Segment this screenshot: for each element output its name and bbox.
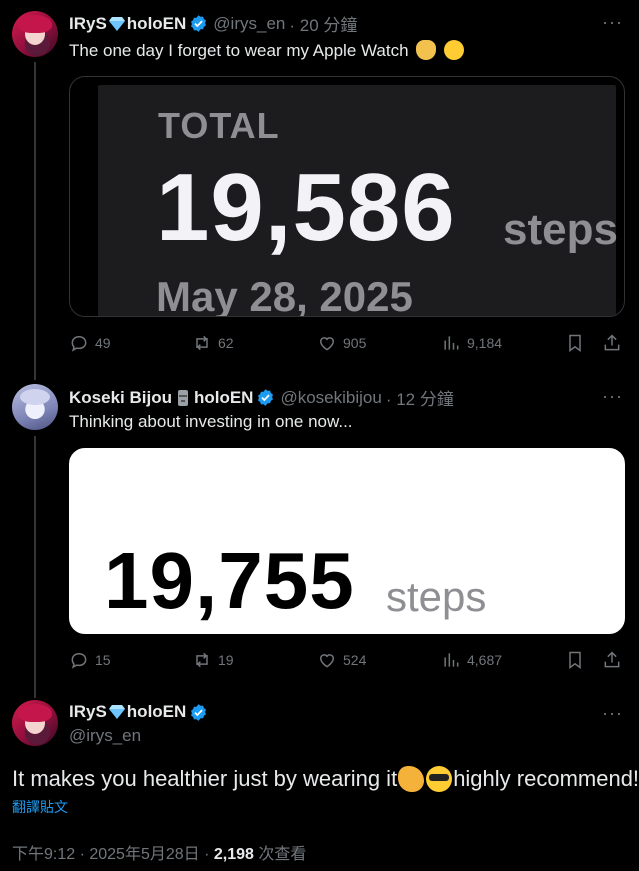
total-label: TOTAL — [158, 105, 280, 146]
moai-icon — [177, 389, 188, 406]
avatar[interactable] — [12, 11, 58, 57]
tweet-text-part-1: It makes you healthier just by wearing i… — [12, 766, 398, 791]
repost-icon — [196, 652, 208, 668]
reply-icon — [71, 652, 87, 669]
views-icon — [444, 653, 459, 667]
display-name-suffix[interactable]: holoEN — [127, 702, 187, 722]
view-count: 4,687 — [467, 652, 503, 668]
repost-count: 19 — [218, 652, 234, 668]
tweet-header: IRyS holoEN @irys_en · 20 分鐘 — [69, 11, 357, 36]
repost-count: 62 — [218, 335, 234, 351]
views-icon — [444, 336, 459, 350]
like-button[interactable]: 905 — [317, 333, 366, 353]
facepalm-emoji-icon — [416, 40, 437, 60]
tweet-text-content: The one day I forget to wear my Apple Wa… — [69, 41, 409, 60]
more-icon[interactable]: ··· — [602, 12, 623, 33]
display-name-suffix[interactable]: holoEN — [127, 14, 187, 34]
flexed-biceps-emoji-icon — [398, 766, 425, 792]
reply-button[interactable]: 49 — [69, 333, 111, 353]
gem-icon — [108, 16, 125, 31]
views-label: 次查看 — [253, 846, 307, 863]
reply-count: 15 — [95, 652, 111, 668]
tweet-meta: 下午9:12 · 2025年5月28日 · 2,198 次查看 — [12, 840, 306, 864]
share-button[interactable] — [602, 650, 628, 670]
like-icon — [319, 654, 335, 668]
share-icon — [604, 651, 620, 668]
gem-icon — [108, 705, 125, 719]
sunglasses-emoji-icon — [426, 766, 453, 792]
views-button[interactable]: 9,184 — [441, 333, 502, 353]
tweet-text: Thinking about investing in one now... — [69, 412, 353, 431]
tweet-header: IRyS holoEN — [69, 702, 208, 722]
thread-line — [34, 436, 36, 698]
display-name-suffix[interactable]: holoEN — [194, 388, 254, 408]
smiling-tear-emoji-icon — [444, 40, 465, 60]
tweet-image[interactable]: TOTAL 19,586 steps May 28, 2025 — [69, 76, 625, 317]
repost-icon — [196, 335, 208, 351]
repost-button[interactable]: 62 — [192, 333, 234, 353]
avatar[interactable] — [12, 384, 58, 430]
bookmark-button[interactable] — [565, 650, 591, 670]
tweet-text: The one day I forget to wear my Apple Wa… — [69, 40, 465, 61]
tweet-text-part-2: highly recommend! — [453, 766, 639, 791]
tweet-header: Koseki Bijou holoEN @kosekibijou · 12 分鐘 — [69, 385, 454, 410]
tweet-text: It makes you healthier just by wearing i… — [12, 766, 639, 792]
step-unit: steps — [503, 205, 618, 254]
views-button[interactable]: 4,687 — [441, 650, 502, 670]
verified-icon — [258, 389, 274, 406]
screenshot-panel: TOTAL 19,586 steps May 28, 2025 — [98, 85, 618, 317]
display-name[interactable]: Koseki Bijou — [69, 388, 172, 408]
step-unit: steps — [386, 573, 487, 620]
handle[interactable]: @irys_en — [213, 14, 285, 34]
timestamp[interactable]: · 20 分鐘 — [289, 11, 357, 36]
post-timestamp[interactable]: 下午9:12 · 2025年5月28日 · — [12, 846, 214, 863]
handle[interactable]: @irys_en — [69, 726, 141, 746]
tweet-image[interactable]: 19,755 steps — [69, 448, 625, 634]
bookmark-button[interactable] — [565, 333, 591, 353]
verified-icon — [191, 703, 207, 721]
like-icon — [319, 337, 335, 351]
step-date: May 28, 2025 — [156, 273, 413, 317]
verified-icon — [191, 15, 207, 32]
display-name[interactable]: IRyS — [69, 14, 107, 34]
like-count: 524 — [343, 652, 367, 668]
share-button[interactable] — [602, 333, 628, 353]
tweet-actions: 15 19 524 4,687 — [69, 650, 625, 674]
reply-count: 49 — [95, 335, 111, 351]
share-icon — [604, 334, 620, 351]
handle[interactable]: @kosekibijou — [280, 388, 381, 408]
timestamp[interactable]: · 12 分鐘 — [386, 385, 454, 410]
translate-post-link[interactable]: 翻譯貼文 — [12, 797, 68, 817]
view-count: 9,184 — [467, 335, 503, 351]
step-count: 19,586 — [156, 154, 456, 261]
reply-icon — [71, 335, 87, 352]
tweet-actions: 49 62 905 9,184 — [69, 333, 625, 357]
more-icon[interactable]: ··· — [602, 386, 623, 407]
step-count: 19,755 — [104, 536, 355, 625]
bookmark-icon — [569, 651, 581, 669]
reply-button[interactable]: 15 — [69, 650, 111, 670]
like-button[interactable]: 524 — [317, 650, 366, 670]
view-count: 2,198 — [213, 846, 254, 863]
bookmark-icon — [569, 334, 581, 352]
avatar[interactable] — [12, 700, 58, 746]
thread-line — [34, 62, 36, 380]
repost-button[interactable]: 19 — [192, 650, 234, 670]
like-count: 905 — [343, 335, 367, 351]
display-name[interactable]: IRyS — [69, 702, 107, 722]
more-icon[interactable]: ··· — [602, 703, 623, 724]
